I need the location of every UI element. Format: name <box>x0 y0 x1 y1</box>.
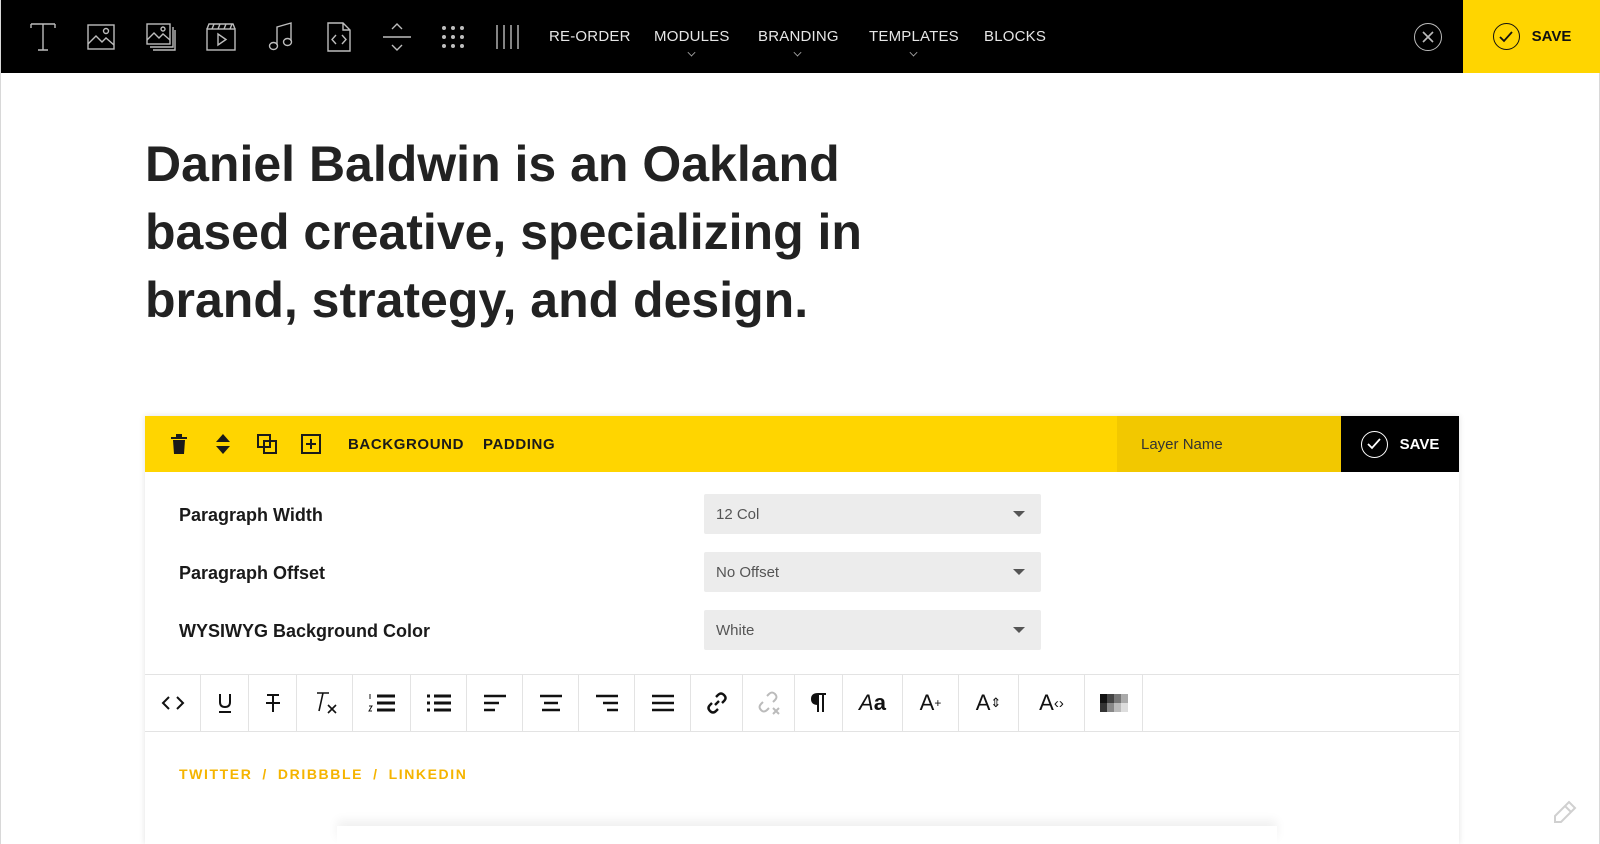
align-left-icon[interactable] <box>467 675 523 731</box>
duplicate-icon[interactable] <box>253 430 281 458</box>
wysiwyg-bg-select[interactable]: White <box>704 610 1041 650</box>
close-icon[interactable] <box>1414 23 1442 51</box>
paragraph-width-select[interactable]: 12 Col <box>704 494 1041 534</box>
strikethrough-icon[interactable] <box>249 675 297 731</box>
clear-format-icon[interactable] <box>297 675 353 731</box>
code-icon[interactable] <box>319 0 359 73</box>
columns-icon[interactable] <box>487 0 527 73</box>
check-icon <box>1492 23 1520 50</box>
paragraph-icon[interactable] <box>795 675 843 731</box>
content-card-edge <box>337 826 1277 844</box>
color-swatch-icon[interactable] <box>1085 675 1143 731</box>
unlink-icon[interactable] <box>743 675 795 731</box>
panel-save-button[interactable]: SAVE <box>1341 416 1459 472</box>
add-icon[interactable] <box>297 430 325 458</box>
social-links: TWITTER / DRIBBBLE / LINKEDIN <box>179 766 467 782</box>
dropdown-arrow-icon <box>1013 627 1025 633</box>
underline-icon[interactable] <box>201 675 249 731</box>
spacer-icon[interactable] <box>377 0 417 73</box>
layer-name-input[interactable] <box>1117 416 1341 472</box>
save-label: SAVE <box>1531 28 1572 45</box>
field-label: Paragraph Width <box>179 504 323 525</box>
gallery-icon[interactable] <box>141 0 181 73</box>
background-link[interactable]: BACKGROUND <box>348 416 464 472</box>
field-label: WYSIWYG Background Color <box>179 620 431 641</box>
padding-link[interactable]: PADDING <box>483 416 555 472</box>
chevron-down-icon <box>793 48 802 57</box>
paragraph-offset-select[interactable]: No Offset <box>704 552 1041 592</box>
reorder-icon[interactable] <box>209 430 237 458</box>
field-paragraph-width: Paragraph Width 12 Col <box>179 494 1179 536</box>
ordered-list-icon[interactable] <box>353 675 411 731</box>
module-settings-panel: BACKGROUND PADDING SAVE Paragraph Width … <box>145 416 1459 844</box>
nav-reorder[interactable]: RE-ORDER <box>549 0 631 73</box>
line-height-icon[interactable]: A ⇕ <box>959 675 1019 731</box>
text-icon[interactable] <box>23 0 63 73</box>
image-icon[interactable] <box>81 0 121 73</box>
field-paragraph-offset: Paragraph Offset No Offset <box>179 552 1179 594</box>
link-icon[interactable] <box>691 675 743 731</box>
font-family-icon[interactable]: Aa <box>843 675 903 731</box>
separator: / <box>262 766 268 782</box>
edit-pencil-icon[interactable] <box>1551 796 1579 824</box>
chevron-down-icon <box>909 48 918 57</box>
dropdown-arrow-icon <box>1013 569 1025 575</box>
wysiwyg-toolbar: Aa A + A ⇕ A ‹› <box>145 674 1459 732</box>
source-code-icon[interactable] <box>145 675 201 731</box>
letter-spacing-icon[interactable]: A ‹› <box>1019 675 1085 731</box>
nav-blocks[interactable]: BLOCKS <box>984 0 1046 73</box>
justify-icon[interactable] <box>635 675 691 731</box>
dropdown-arrow-icon <box>1013 511 1025 517</box>
module-toolbar: BACKGROUND PADDING SAVE <box>145 416 1459 472</box>
video-icon[interactable] <box>201 0 241 73</box>
nav-modules[interactable]: MODULES <box>654 0 730 73</box>
field-label: Paragraph Offset <box>179 562 326 583</box>
page-headline[interactable]: Daniel Baldwin is an Oakland based creat… <box>145 130 905 334</box>
bullet-list-icon[interactable] <box>411 675 467 731</box>
panel-save-label: SAVE <box>1399 435 1440 453</box>
twitter-link[interactable]: TWITTER <box>179 766 252 782</box>
app-window: RE-ORDER MODULES BRANDING TEMPLATES BLOC… <box>0 0 1600 844</box>
top-toolbar: RE-ORDER MODULES BRANDING TEMPLATES BLOC… <box>1 0 1600 73</box>
chevron-down-icon <box>687 48 696 57</box>
separator: / <box>373 766 379 782</box>
align-center-icon[interactable] <box>523 675 579 731</box>
save-button[interactable]: SAVE <box>1463 0 1600 73</box>
nav-templates[interactable]: TEMPLATES <box>869 0 959 73</box>
check-icon <box>1360 430 1388 458</box>
linkedin-link[interactable]: LINKEDIN <box>389 766 468 782</box>
trash-icon[interactable] <box>165 430 193 458</box>
align-right-icon[interactable] <box>579 675 635 731</box>
font-size-icon[interactable]: A + <box>903 675 959 731</box>
grid-icon[interactable] <box>433 0 473 73</box>
audio-icon[interactable] <box>261 0 301 73</box>
field-wysiwyg-bg: WYSIWYG Background Color White <box>179 610 1179 652</box>
nav-branding[interactable]: BRANDING <box>758 0 839 73</box>
dribbble-link[interactable]: DRIBBBLE <box>278 766 363 782</box>
